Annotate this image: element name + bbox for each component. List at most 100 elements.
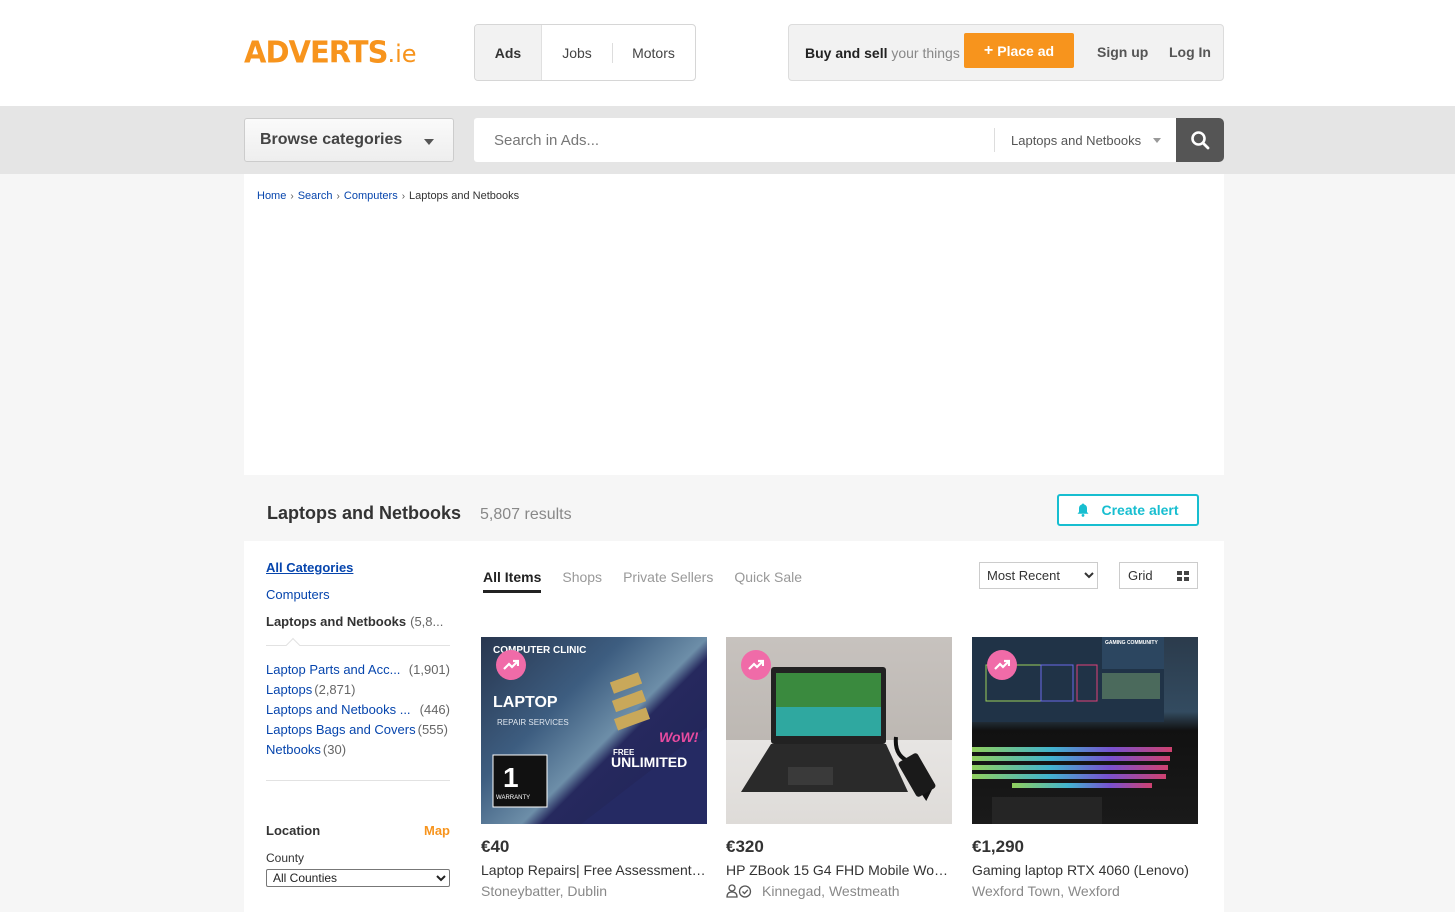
- create-alert-button[interactable]: Create alert: [1057, 494, 1199, 526]
- svg-text:REPAIR SERVICES: REPAIR SERVICES: [497, 718, 569, 727]
- listing-location: Kinnegad, Westmeath: [762, 883, 900, 899]
- tagline-light: your things: [891, 45, 960, 61]
- svg-text:WARRANTY: WARRANTY: [496, 795, 530, 801]
- sidebar-current-count: (5,8...: [410, 614, 444, 629]
- subcategory-count: (446): [419, 702, 450, 717]
- listing-location: Wexford Town, Wexford: [972, 883, 1120, 899]
- results-count: 5,807 results: [480, 506, 572, 523]
- subcategory-label: Laptops: [266, 682, 313, 697]
- svg-text:GAMING COMMUNITY: GAMING COMMUNITY: [1105, 640, 1158, 646]
- listing-image[interactable]: GAMING COMMUNITY: [972, 637, 1198, 824]
- subcategory-item[interactable]: Laptop Parts and Acc... (1,901): [266, 662, 450, 682]
- create-alert-label: Create alert: [1101, 502, 1179, 518]
- breadcrumb-search[interactable]: Search: [298, 190, 333, 202]
- tagline-bold: Buy and sell: [805, 45, 888, 61]
- search-band: Browse categories Laptops and Netbooks: [0, 106, 1455, 174]
- breadcrumb-home[interactable]: Home: [257, 190, 286, 202]
- divider: [266, 780, 450, 781]
- section-tab-jobs[interactable]: Jobs: [542, 25, 612, 80]
- listing-image[interactable]: 1 WARRANTY COMPUTER CLINIC LAPTOP REPAIR…: [481, 637, 707, 824]
- trending-up-icon: [748, 659, 764, 670]
- listing-title[interactable]: Laptop Repairs| Free Assessment| Laptop …: [481, 862, 707, 878]
- divider: [994, 128, 995, 152]
- search-box: Laptops and Netbooks: [474, 118, 1176, 162]
- bumped-badge: [987, 650, 1017, 680]
- listing-card[interactable]: 1 WARRANTY COMPUTER CLINIC LAPTOP REPAIR…: [481, 637, 707, 899]
- logo-tld: .ie: [387, 40, 417, 68]
- tab-quick-sale[interactable]: Quick Sale: [734, 569, 802, 593]
- breadcrumb-computers[interactable]: Computers: [344, 190, 398, 202]
- subcategory-count: (30): [322, 742, 347, 757]
- caret-down-icon: [1153, 137, 1162, 143]
- listing-image[interactable]: [726, 637, 952, 824]
- subcategory-item[interactable]: Laptops Bags and Covers (555): [266, 722, 450, 742]
- sidebar-all-categories[interactable]: All Categories: [266, 560, 353, 575]
- svg-text:LAPTOP: LAPTOP: [493, 694, 558, 711]
- view-label: Grid: [1128, 568, 1153, 583]
- place-ad-button[interactable]: + Place ad: [964, 33, 1074, 68]
- search-button[interactable]: [1176, 118, 1224, 162]
- location-title: Location: [266, 823, 321, 838]
- breadcrumb: Home › Search › Computers › Laptops and …: [257, 190, 519, 202]
- sort-select[interactable]: Most Recent: [979, 562, 1098, 589]
- listing-price: €1,290: [972, 837, 1024, 856]
- county-select[interactable]: All Counties: [266, 869, 450, 887]
- section-tab-ads[interactable]: Ads: [475, 25, 542, 80]
- search-input[interactable]: [474, 118, 994, 162]
- subcategory-label: Laptops Bags and Covers: [266, 722, 416, 737]
- logo-brand: ADVERTS: [244, 34, 388, 70]
- tab-shops[interactable]: Shops: [562, 569, 602, 593]
- breadcrumb-separator: ›: [290, 190, 294, 202]
- listing-title[interactable]: Gaming laptop RTX 4060 (Lenovo): [972, 862, 1198, 878]
- bumped-badge: [741, 650, 771, 680]
- seller-filter-tabs: All Items Shops Private Sellers Quick Sa…: [483, 569, 802, 593]
- search-category-select[interactable]: Laptops and Netbooks: [1011, 118, 1162, 162]
- browse-categories-button[interactable]: Browse categories: [244, 118, 454, 162]
- tab-private-sellers[interactable]: Private Sellers: [623, 569, 713, 593]
- grid-icon: [1177, 571, 1189, 581]
- listing-price: €320: [726, 837, 764, 856]
- sidebar-computers[interactable]: Computers: [266, 587, 330, 602]
- subcategory-item[interactable]: Laptops (2,871): [266, 682, 450, 702]
- place-ad-label: Place ad: [997, 42, 1055, 59]
- svg-text:UNLIMITED: UNLIMITED: [611, 754, 687, 770]
- top-header: ADVERTS.ie Ads Jobs Motors Buy and sell …: [0, 0, 1455, 106]
- caret-down-icon: [424, 139, 434, 145]
- listing-location: Stoneybatter, Dublin: [481, 883, 608, 899]
- subcategory-item[interactable]: Laptops and Netbooks ... (446): [266, 702, 450, 722]
- section-tabs: Ads Jobs Motors: [474, 24, 696, 81]
- subcategory-count: (1,901): [408, 662, 450, 677]
- subcategory-label: Laptop Parts and Acc...: [266, 662, 401, 677]
- results-header: Laptops and Netbooks 5,807 results: [267, 503, 572, 524]
- trending-up-icon: [994, 659, 1010, 670]
- subcategory-count: (2,871): [314, 682, 356, 697]
- subcategory-label: Netbooks: [266, 742, 321, 757]
- subcategory-label: Laptops and Netbooks ...: [266, 702, 411, 717]
- account-box: Buy and sell your things + Place ad Sign…: [788, 24, 1224, 81]
- section-tab-motors[interactable]: Motors: [612, 25, 695, 80]
- sidebar-current-label: Laptops and Netbooks: [266, 614, 407, 629]
- notch-indicator: [285, 637, 301, 653]
- subcategory-item[interactable]: Netbooks (30): [266, 742, 450, 762]
- svg-text:WoW!: WoW!: [659, 729, 699, 745]
- county-label: County: [266, 851, 305, 865]
- breadcrumb-current: Laptops and Netbooks: [409, 190, 520, 202]
- signup-link[interactable]: Sign up: [1097, 44, 1148, 60]
- site-logo[interactable]: ADVERTS.ie: [244, 34, 417, 70]
- sidebar-current-category: Laptops and Netbooks (5,8...: [266, 614, 450, 629]
- view-toggle[interactable]: Grid: [1119, 562, 1198, 589]
- plus-icon: +: [983, 41, 994, 59]
- subcategory-count: (555): [417, 722, 448, 737]
- login-link[interactable]: Log In: [1169, 44, 1211, 60]
- tab-all-items[interactable]: All Items: [483, 569, 542, 593]
- main-top-panel: Home › Search › Computers › Laptops and …: [244, 174, 1224, 475]
- listing-title[interactable]: HP ZBook 15 G4 FHD Mobile Workstation: [726, 862, 952, 878]
- map-link[interactable]: Map: [424, 823, 450, 838]
- listing-location-row: Wexford Town, Wexford: [972, 883, 1198, 899]
- listing-card[interactable]: €320 HP ZBook 15 G4 FHD Mobile Workstati…: [726, 637, 952, 899]
- bell-icon: [1077, 503, 1089, 517]
- search-icon: [1191, 131, 1210, 150]
- listing-card[interactable]: GAMING COMMUNITY €1,290 Gaming laptop RT…: [972, 637, 1198, 899]
- content-panel: All Categories Computers Laptops and Net…: [244, 541, 1224, 912]
- search-category-value: Laptops and Netbooks: [1011, 132, 1142, 148]
